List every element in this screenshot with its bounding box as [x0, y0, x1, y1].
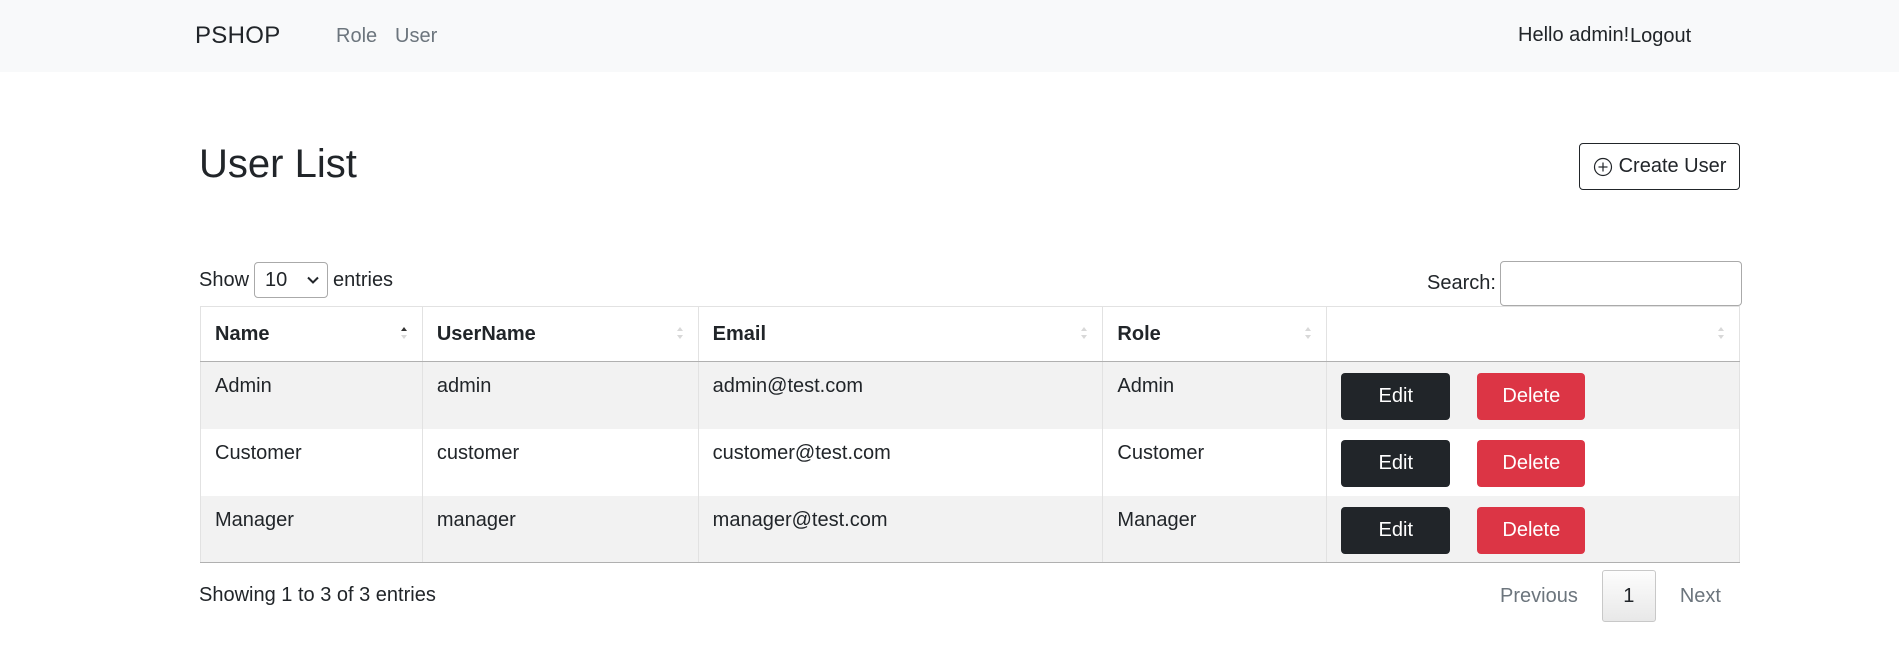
cell-username: customer — [422, 428, 699, 496]
cell-actions: Edit Delete — [1326, 428, 1740, 496]
sort-ascending-icon — [400, 327, 407, 339]
cell-role: Manager — [1102, 495, 1328, 563]
edit-button[interactable]: Edit — [1341, 439, 1451, 487]
cell-name: Customer — [200, 428, 423, 496]
column-header-name[interactable]: Name — [200, 306, 423, 362]
table-info: Showing 1 to 3 of 3 entries — [199, 584, 436, 606]
table-row: Admin admin admin@test.com Admin Edit Del… — [200, 361, 1740, 429]
sort-icon — [1081, 327, 1088, 339]
cell-email: manager@test.com — [698, 495, 1104, 563]
sort-icon — [1718, 327, 1724, 339]
create-user-button[interactable]: Create User — [1579, 143, 1740, 190]
logout-link[interactable]: Logout — [1630, 25, 1691, 48]
table-row: Manager manager manager@test.com Manager… — [200, 495, 1740, 563]
cell-actions: Edit Delete — [1326, 361, 1740, 429]
column-header-email[interactable]: Email — [698, 306, 1104, 362]
cell-email: admin@test.com — [698, 361, 1104, 429]
cell-username: admin — [422, 361, 699, 429]
entries-select-value: 10 — [265, 268, 288, 291]
sort-icon — [676, 327, 683, 339]
cell-actions: Edit Delete — [1326, 495, 1740, 563]
table-row: Customer customer customer@test.com Cust… — [200, 428, 1740, 496]
search-input[interactable] — [1499, 261, 1742, 306]
sort-icon — [1305, 327, 1312, 339]
column-header-username[interactable]: UserName — [422, 306, 699, 362]
create-user-label: Create User — [1618, 155, 1727, 177]
cell-role: Customer — [1102, 428, 1328, 496]
column-header-label: Name — [215, 322, 270, 345]
entries-length-control: Show 10 entries — [199, 262, 393, 298]
entries-label: entries — [333, 268, 394, 291]
page-title: User List — [199, 142, 357, 186]
cell-name: Admin — [200, 361, 423, 429]
search-label: Search: — [1427, 272, 1496, 294]
delete-button[interactable]: Delete — [1477, 373, 1586, 420]
cell-name: Manager — [200, 495, 423, 563]
search-control: Search: — [1427, 261, 1742, 306]
user-table: Name UserName Email Role Admin admin adm… — [200, 306, 1740, 563]
entries-select[interactable]: 10 — [254, 262, 329, 298]
column-header-actions[interactable] — [1326, 306, 1740, 362]
delete-button[interactable]: Delete — [1477, 506, 1586, 554]
chevron-down-icon — [307, 276, 319, 284]
nav-link-user[interactable]: User — [395, 25, 437, 48]
navbar: PSHOP Role User Hello admin! Logout — [0, 0, 1899, 72]
brand-link[interactable]: PSHOP — [195, 22, 281, 50]
cell-role: Admin — [1102, 361, 1328, 429]
cell-username: manager — [422, 495, 699, 563]
edit-button[interactable]: Edit — [1341, 373, 1451, 420]
delete-button[interactable]: Delete — [1477, 439, 1586, 487]
pagination: Previous 1 Next — [1490, 570, 1721, 622]
column-header-label: Role — [1117, 322, 1161, 345]
nav-link-role[interactable]: Role — [336, 25, 377, 48]
column-header-role[interactable]: Role — [1102, 306, 1328, 362]
cell-email: customer@test.com — [698, 428, 1104, 496]
previous-page-button[interactable]: Previous — [1490, 585, 1602, 608]
next-page-button[interactable]: Next — [1656, 585, 1721, 608]
plus-circle-icon — [1593, 157, 1612, 176]
show-label: Show — [199, 268, 250, 291]
edit-button[interactable]: Edit — [1341, 506, 1451, 554]
column-header-label: UserName — [436, 322, 536, 345]
column-header-label: Email — [712, 322, 767, 345]
user-greeting: Hello admin! — [1518, 24, 1630, 46]
table-header-row: Name UserName Email Role — [200, 306, 1740, 362]
page-button-current[interactable]: 1 — [1601, 570, 1656, 622]
